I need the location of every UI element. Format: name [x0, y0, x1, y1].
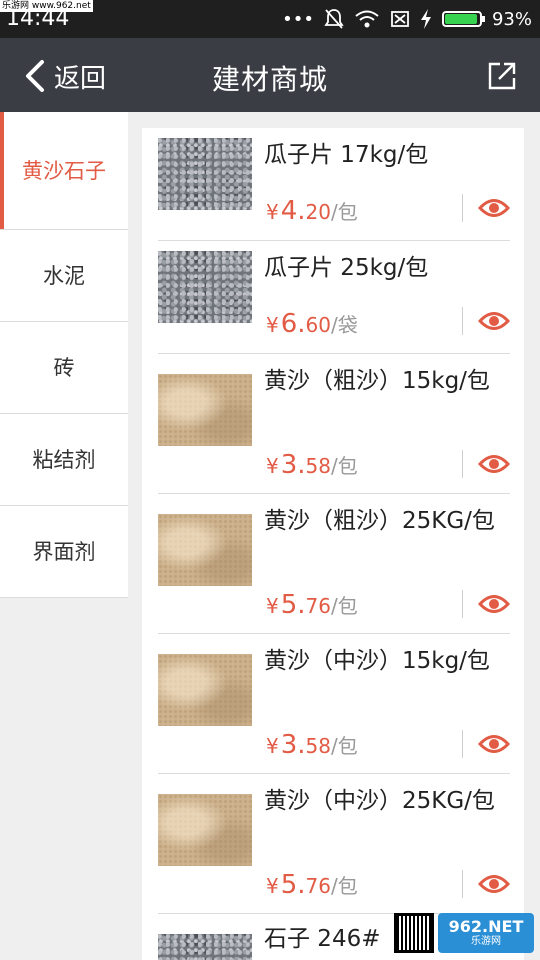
sidebar-item-4[interactable]: 界面剂	[0, 506, 128, 598]
status-bar: 14:44 乐游网 www.962.net ••• 93%	[0, 0, 540, 38]
battery-icon	[441, 11, 485, 27]
product-item[interactable]: 瓜子片 25kg/包 ¥6. 60/袋	[158, 241, 510, 354]
watermark-logo: 962.NET 乐游网	[394, 910, 534, 956]
product-list: 瓜子片 17kg/包 ¥4. 20/包 瓜子片 25kg/包 ¥6. 60/袋 黄沙（粗沙）…	[142, 128, 524, 960]
product-item[interactable]: 黄沙（中沙）15kg/包 ¥3. 58/包	[158, 634, 510, 774]
product-price: ¥5. 76/包	[266, 870, 358, 900]
eye-icon[interactable]	[478, 593, 510, 615]
divider	[462, 307, 463, 335]
product-price: ¥4. 20/包	[266, 196, 358, 226]
eye-icon[interactable]	[478, 197, 510, 219]
price-currency: ¥	[266, 313, 279, 337]
price-price-dec: 60	[305, 313, 331, 337]
price-unit: /包	[331, 200, 358, 224]
eye-icon[interactable]	[478, 873, 510, 895]
price-currency: ¥	[266, 874, 279, 898]
product-price: ¥3. 58/包	[266, 730, 358, 760]
site-logo-bottom: 乐游网	[471, 936, 501, 947]
price-price-int: 3.	[280, 730, 306, 760]
sidebar-item-2[interactable]: 砖	[0, 322, 128, 414]
battery-fill	[444, 14, 477, 24]
price-price-dec: 76	[305, 874, 331, 898]
price-currency: ¥	[266, 200, 279, 224]
divider	[462, 870, 463, 898]
eye-icon[interactable]	[478, 310, 510, 332]
product-price: ¥6. 60/袋	[266, 309, 358, 339]
qr-code-icon	[394, 913, 434, 953]
product-image	[158, 654, 252, 726]
price-price-int: 5.	[280, 870, 306, 900]
product-image	[158, 374, 252, 446]
price-price-dec: 20	[305, 200, 331, 224]
divider	[462, 730, 463, 758]
wifi-icon	[355, 10, 379, 28]
site-logo-top: 962.NET	[448, 917, 524, 936]
product-price: ¥5. 76/包	[266, 590, 358, 620]
price-unit: /包	[331, 874, 358, 898]
divider	[462, 590, 463, 618]
app-header: 返回 建材商城	[0, 38, 540, 112]
share-icon[interactable]	[486, 60, 518, 92]
product-image	[158, 514, 252, 586]
price-price-int: 4.	[280, 196, 306, 226]
product-name: 黄沙（中沙）25KG/包	[264, 788, 495, 814]
price-price-int: 6.	[280, 309, 306, 339]
price-unit: /包	[331, 734, 358, 758]
price-unit: /包	[331, 594, 358, 618]
mute-icon	[324, 9, 344, 29]
watermark-text: 乐游网 www.962.net	[0, 0, 93, 12]
product-image	[158, 934, 252, 960]
product-item[interactable]: 瓜子片 17kg/包 ¥4. 20/包	[158, 128, 510, 241]
product-name: 瓜子片 17kg/包	[264, 142, 429, 168]
divider	[462, 450, 463, 478]
category-sidebar: 黄沙石子 水泥砖粘结剂 界面剂	[0, 112, 128, 598]
product-image	[158, 138, 252, 210]
product-name: 黄沙（粗沙）25KG/包	[264, 508, 495, 534]
dots-icon: •••	[282, 8, 314, 30]
battery-percent: 93%	[491, 8, 532, 30]
divider	[462, 194, 463, 222]
price-currency: ¥	[266, 454, 279, 478]
no-sim-icon	[391, 11, 409, 27]
product-image	[158, 794, 252, 866]
site-logo: 962.NET 乐游网	[438, 913, 534, 953]
page-title: 建材商城	[211, 63, 328, 96]
product-name: 黄沙（中沙）15kg/包	[264, 648, 490, 674]
price-unit: /袋	[331, 313, 358, 337]
product-name: 黄沙（粗沙）15kg/包	[264, 368, 490, 394]
sidebar-item-0[interactable]: 黄沙石子	[0, 112, 128, 230]
price-price-dec: 58	[305, 454, 331, 478]
price-price-int: 3.	[280, 450, 306, 480]
price-price-dec: 58	[305, 734, 331, 758]
price-unit: /包	[331, 454, 358, 478]
product-price: ¥3. 58/包	[266, 450, 358, 480]
product-item[interactable]: 黄沙（中沙）25KG/包 ¥5. 76/包	[158, 774, 510, 914]
product-name: 瓜子片 25kg/包	[264, 255, 429, 281]
price-price-dec: 76	[305, 594, 331, 618]
eye-icon[interactable]	[478, 453, 510, 475]
product-item[interactable]: 黄沙（粗沙）15kg/包 ¥3. 58/包	[158, 354, 510, 494]
sidebar-item-1[interactable]: 水泥	[0, 230, 128, 322]
product-item[interactable]: 黄沙（粗沙）25KG/包 ¥5. 76/包	[158, 494, 510, 634]
status-icons: ••• 93%	[282, 6, 532, 32]
sidebar-item-3[interactable]: 粘结剂	[0, 414, 128, 506]
price-price-int: 5.	[280, 590, 306, 620]
eye-icon[interactable]	[478, 733, 510, 755]
price-currency: ¥	[266, 734, 279, 758]
price-currency: ¥	[266, 594, 279, 618]
product-image	[158, 251, 252, 323]
charging-icon	[420, 9, 431, 29]
